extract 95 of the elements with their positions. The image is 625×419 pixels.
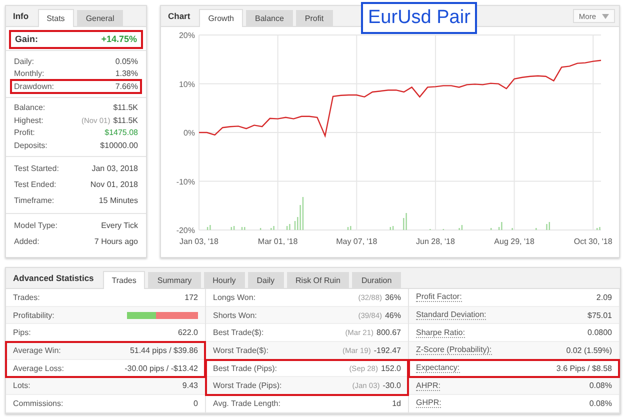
stat-value: 0 bbox=[194, 398, 198, 408]
axis-label: May 07, '18 bbox=[336, 237, 378, 246]
stat-label: Pips: bbox=[13, 328, 31, 338]
stat-value: -30.00 pips / -$13.42 bbox=[124, 364, 198, 373]
stat-label: Deposits: bbox=[14, 140, 48, 150]
axis-label: 20% bbox=[178, 31, 195, 40]
stat-value: Jan 03, 2018 bbox=[92, 164, 138, 173]
stat-label: Expectancy: bbox=[416, 363, 460, 374]
stat-value: 0.0800 bbox=[588, 328, 612, 338]
stat-label: Avg. Trade Length: bbox=[213, 398, 280, 408]
tab[interactable]: Daily bbox=[248, 272, 284, 288]
stat-label: Best Trade (Pips): bbox=[213, 364, 278, 373]
stat-label: Added: bbox=[14, 237, 40, 246]
stat-label: Worst Trade (Pips): bbox=[213, 381, 282, 390]
stat-label: Test Started: bbox=[14, 164, 59, 173]
axis-label: Mar 01, '18 bbox=[258, 237, 298, 246]
stat-label: Best Trade($): bbox=[213, 328, 264, 338]
stat-value: Nov 01, 2018 bbox=[90, 180, 138, 189]
stat-value: 152.0 bbox=[380, 364, 401, 373]
stat-label: Daily: bbox=[14, 56, 34, 66]
axis-label: Oct 30, '18 bbox=[574, 237, 612, 246]
axis-label: Jan 03, '18 bbox=[180, 237, 218, 246]
stat-value: 46% bbox=[384, 310, 401, 320]
stat-value: 36% bbox=[384, 292, 401, 302]
axis-label: Jun 28, '18 bbox=[416, 237, 455, 246]
stat-label: Timeframe: bbox=[14, 196, 54, 205]
stat-label: Longs Won: bbox=[213, 292, 256, 302]
stat-value: 3.6 Pips / $8.58 bbox=[556, 364, 612, 373]
stat-label: Commissions: bbox=[13, 398, 64, 408]
tab[interactable]: Risk Of Ruin bbox=[286, 272, 350, 288]
stat-label: Trades: bbox=[13, 292, 40, 302]
stat-value: 0.05% bbox=[115, 56, 138, 66]
stat-value: $11.5K bbox=[113, 103, 138, 112]
tab[interactable]: Balance bbox=[246, 10, 293, 26]
stat-label: Average Loss: bbox=[13, 364, 64, 373]
stat-value: 172 bbox=[184, 292, 198, 302]
stat-value: 1d bbox=[392, 398, 401, 408]
tab[interactable]: Trades bbox=[102, 271, 146, 289]
axis-label: -20% bbox=[176, 226, 195, 235]
tab[interactable]: Hourly bbox=[204, 272, 245, 288]
stat-value: Every Tick bbox=[101, 221, 138, 230]
tab[interactable]: Profit bbox=[296, 10, 333, 26]
stat-value: 9.43 bbox=[182, 381, 198, 390]
stat-label: Shorts Won: bbox=[213, 310, 257, 320]
stat-label: Balance: bbox=[14, 103, 46, 112]
stat-value: -30.0 bbox=[382, 381, 401, 390]
tab[interactable]: Duration bbox=[352, 272, 401, 288]
panel-title: Advanced Statistics bbox=[12, 273, 95, 285]
axis-label: Aug 29, '18 bbox=[494, 237, 534, 246]
panel-title: Chart bbox=[167, 11, 192, 23]
gain-label: Gain: bbox=[15, 34, 38, 44]
stat-value: 0.08% bbox=[589, 398, 612, 408]
stat-value: $75.01 bbox=[588, 310, 612, 320]
stat-label: Standard Deviation: bbox=[416, 310, 486, 320]
gain-value: +14.75% bbox=[101, 34, 137, 44]
pair-annotation: EurUsd Pair bbox=[361, 2, 478, 34]
stat-label: Profit Factor: bbox=[416, 292, 462, 302]
stat-value: 15 Minutes bbox=[98, 196, 138, 205]
stat-label: Test Ended: bbox=[14, 180, 56, 189]
stat-label: Profit: bbox=[14, 128, 35, 138]
stat-value: $10000.00 bbox=[100, 140, 138, 150]
tab[interactable]: General bbox=[76, 10, 124, 26]
stat-label: Monthly: bbox=[14, 69, 44, 78]
stat-label: Profitability: bbox=[13, 310, 54, 320]
stat-value: $11.5K bbox=[113, 116, 138, 125]
tab[interactable]: Stats bbox=[38, 9, 74, 27]
stat-value: 0.08% bbox=[589, 381, 612, 390]
stat-label: Z-Score (Probability): bbox=[416, 345, 492, 356]
stat-value: 7.66% bbox=[115, 82, 138, 91]
stat-label: GHPR: bbox=[416, 398, 442, 408]
stat-label: Sharpe Ratio: bbox=[416, 328, 465, 338]
profitability-bar bbox=[127, 312, 198, 319]
tab[interactable]: Summary bbox=[148, 272, 201, 288]
stat-value: 0.02 (1.59%) bbox=[566, 346, 612, 355]
tab[interactable]: Growth bbox=[199, 9, 243, 27]
stat-value: 51.44 pips / $39.86 bbox=[130, 346, 198, 355]
caret-icon bbox=[602, 14, 609, 18]
stat-value: -192.47 bbox=[374, 346, 401, 355]
stat-value: $1475.08 bbox=[104, 128, 138, 138]
stat-label: Lots: bbox=[13, 381, 30, 390]
stat-value: 1.38% bbox=[115, 69, 138, 78]
stat-label: Drawdown: bbox=[14, 82, 54, 91]
stat-label: Model Type: bbox=[14, 221, 58, 230]
panel-title: Info bbox=[12, 11, 30, 23]
stat-label: AHPR: bbox=[416, 380, 440, 391]
stat-label: Average Win: bbox=[13, 346, 61, 355]
stat-value: 800.67 bbox=[376, 328, 401, 338]
axis-label: -10% bbox=[176, 177, 195, 186]
stat-label: Highest: bbox=[14, 116, 44, 125]
axis-label: 0% bbox=[183, 128, 195, 138]
axis-label: 10% bbox=[178, 80, 195, 89]
stat-value: 7 Hours ago bbox=[94, 237, 138, 246]
stat-value: 622.0 bbox=[178, 328, 198, 338]
stat-value: 2.09 bbox=[596, 292, 612, 302]
stat-label: Worst Trade($): bbox=[213, 346, 268, 355]
